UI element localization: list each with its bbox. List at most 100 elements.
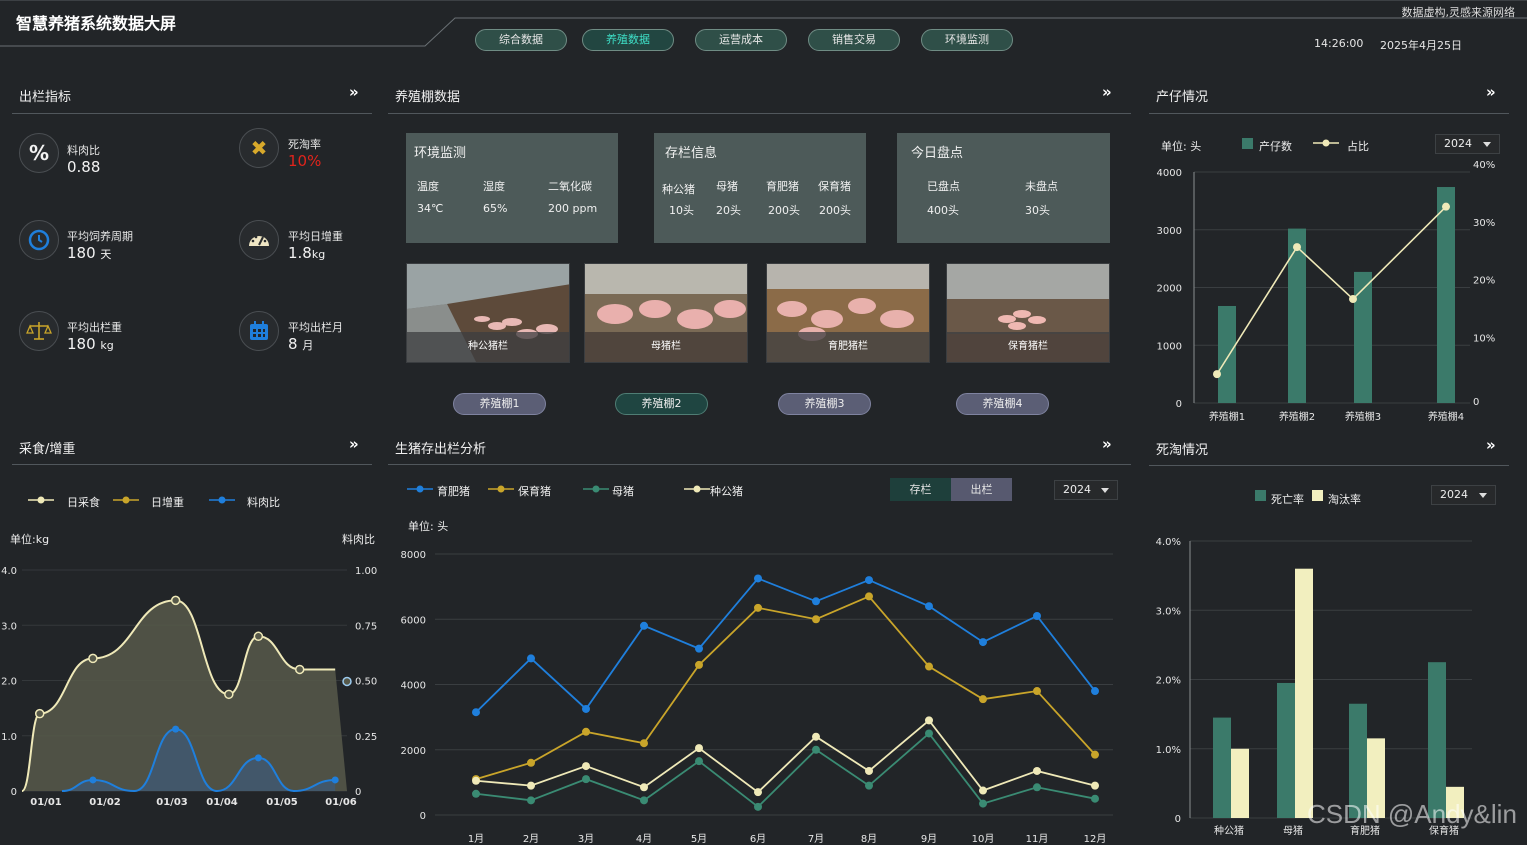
pen-button-3[interactable]: 养殖棚3 [778, 393, 871, 415]
nav-tab-cost[interactable]: 运营成本 [695, 29, 787, 51]
legend-label: 死亡率 [1271, 493, 1304, 506]
series-line [475, 732, 1096, 809]
more-chevron-icon[interactable]: » [1102, 435, 1112, 453]
pen-photo[interactable]: 育肥猪栏 [766, 263, 930, 363]
data-point [979, 695, 987, 704]
divider [12, 113, 372, 114]
data-point [527, 654, 535, 663]
data-point [925, 662, 933, 671]
legend-label: 保育猪 [518, 485, 551, 498]
more-chevron-icon[interactable]: » [1486, 436, 1496, 454]
data-point [582, 704, 590, 713]
data-point [1293, 243, 1301, 252]
section-title-birth: 产仔情况 [1156, 90, 1209, 105]
x-tick-label: 01/01 [30, 797, 62, 808]
pen-photo[interactable]: 母猪栏 [584, 263, 748, 363]
y-tick-label: 2.0% [1156, 676, 1181, 687]
divider [1149, 113, 1509, 114]
more-chevron-icon[interactable]: » [349, 435, 359, 453]
data-point [812, 615, 820, 624]
data-point [1349, 295, 1357, 304]
pen-photo[interactable]: 保育猪栏 [946, 263, 1110, 363]
data-point [582, 775, 590, 784]
year-select[interactable]: 2024 [1431, 485, 1496, 505]
data-point [865, 576, 873, 585]
pen-button-4[interactable]: 养殖棚4 [956, 393, 1049, 415]
nav-tab-sales[interactable]: 销售交易 [808, 29, 900, 51]
env-card: 环境监测 温度 湿度 二氧化碳 34℃ 65% 200 ppm [406, 133, 618, 243]
clock: 14:26:00 [1314, 37, 1364, 50]
y-tick-label: 8000 [401, 550, 426, 561]
calendar-icon [239, 311, 279, 351]
header-cell: 未盘点 [1025, 180, 1058, 193]
x-tick-label: 8月 [861, 833, 877, 845]
y-tick-label: 1.0% [1156, 745, 1181, 756]
x-tick-label: 养殖棚1 [1209, 410, 1245, 423]
year-select[interactable]: 2024 [1054, 480, 1118, 500]
nav-tab-overview[interactable]: 综合数据 [475, 29, 567, 51]
data-point [331, 776, 339, 784]
data-point [640, 739, 648, 748]
pen-button-2[interactable]: 养殖棚2 [615, 393, 708, 415]
data-point [640, 796, 648, 805]
y-tick-label: 4.0% [1156, 537, 1181, 548]
pen-button-1[interactable]: 养殖棚1 [453, 393, 546, 415]
header-cell: 二氧化碳 [548, 180, 592, 193]
bar [1231, 748, 1249, 818]
x-tick-label: 5月 [691, 833, 707, 845]
dashboard: 智慧养猪系统数据大屏 数据虚构,灵感来源网络 14:26:00 2025年4月2… [0, 0, 1527, 845]
toggle-out[interactable]: 出栏 [951, 478, 1012, 501]
data-point [979, 638, 987, 647]
data-point [472, 789, 480, 798]
y-tick-label: 0 [1176, 399, 1182, 410]
data-point [170, 595, 181, 606]
kpi-value: 180 kg [67, 335, 114, 353]
x-tick-label: 01/06 [325, 797, 357, 808]
data-point [640, 621, 648, 630]
y-tick-label: 4000 [401, 681, 426, 692]
y-tick-label: 1000 [1157, 341, 1182, 352]
section-title-farm: 养殖棚数据 [395, 90, 461, 105]
bar [1288, 228, 1306, 403]
x-tick-label: 10月 [972, 833, 995, 845]
data-point [172, 725, 180, 733]
x-tick-label: 2月 [523, 833, 539, 845]
bar [1354, 271, 1372, 403]
photo-caption: 种公猪栏 [407, 332, 569, 362]
year-select[interactable]: 2024 [1435, 134, 1500, 154]
x-tick-label: 11月 [1026, 833, 1049, 845]
header-cell: 种公猪 [662, 183, 695, 196]
kpi-value: 180 天 [67, 244, 112, 262]
data-point [472, 776, 480, 785]
card-title: 今日盘点 [911, 146, 964, 161]
value-cell: 200头 [768, 204, 800, 217]
more-chevron-icon[interactable]: » [1102, 83, 1112, 101]
more-chevron-icon[interactable]: » [1486, 83, 1496, 101]
nav-tab-breeding[interactable]: 养殖数据 [582, 29, 674, 51]
y2-tick-label: 0.25 [355, 732, 377, 743]
data-point [527, 796, 535, 805]
section-title-stock: 生猪存出栏分析 [395, 442, 487, 457]
more-chevron-icon[interactable]: » [349, 83, 359, 101]
page-title: 智慧养猪系统数据大屏 [16, 14, 177, 33]
nav-tab-environment[interactable]: 环境监测 [921, 29, 1013, 51]
x-tick-label: 母猪 [1283, 825, 1303, 837]
y-tick-label: 2.0 [1, 677, 17, 688]
header-cell: 母猪 [716, 180, 738, 193]
legend-line-icon [28, 496, 54, 504]
legend-label: 料肉比 [247, 496, 280, 509]
scale-icon [19, 311, 59, 351]
y-tick-label: 0 [420, 811, 426, 822]
section-title-feed: 采食/增重 [19, 442, 76, 457]
x-tick-label: 7月 [808, 833, 824, 845]
y2-tick-label: 10% [1473, 333, 1495, 344]
pen-photo[interactable]: 种公猪栏 [406, 263, 570, 363]
date: 2025年4月25日 [1380, 39, 1462, 52]
legend-label: 种公猪 [710, 485, 743, 498]
toggle-stock[interactable]: 存栏 [890, 478, 951, 501]
value-cell: 34℃ [417, 202, 444, 215]
data-point [979, 799, 987, 808]
series-line [1216, 206, 1447, 375]
bar [1213, 717, 1231, 818]
kpi-label: 料肉比 [67, 144, 100, 157]
